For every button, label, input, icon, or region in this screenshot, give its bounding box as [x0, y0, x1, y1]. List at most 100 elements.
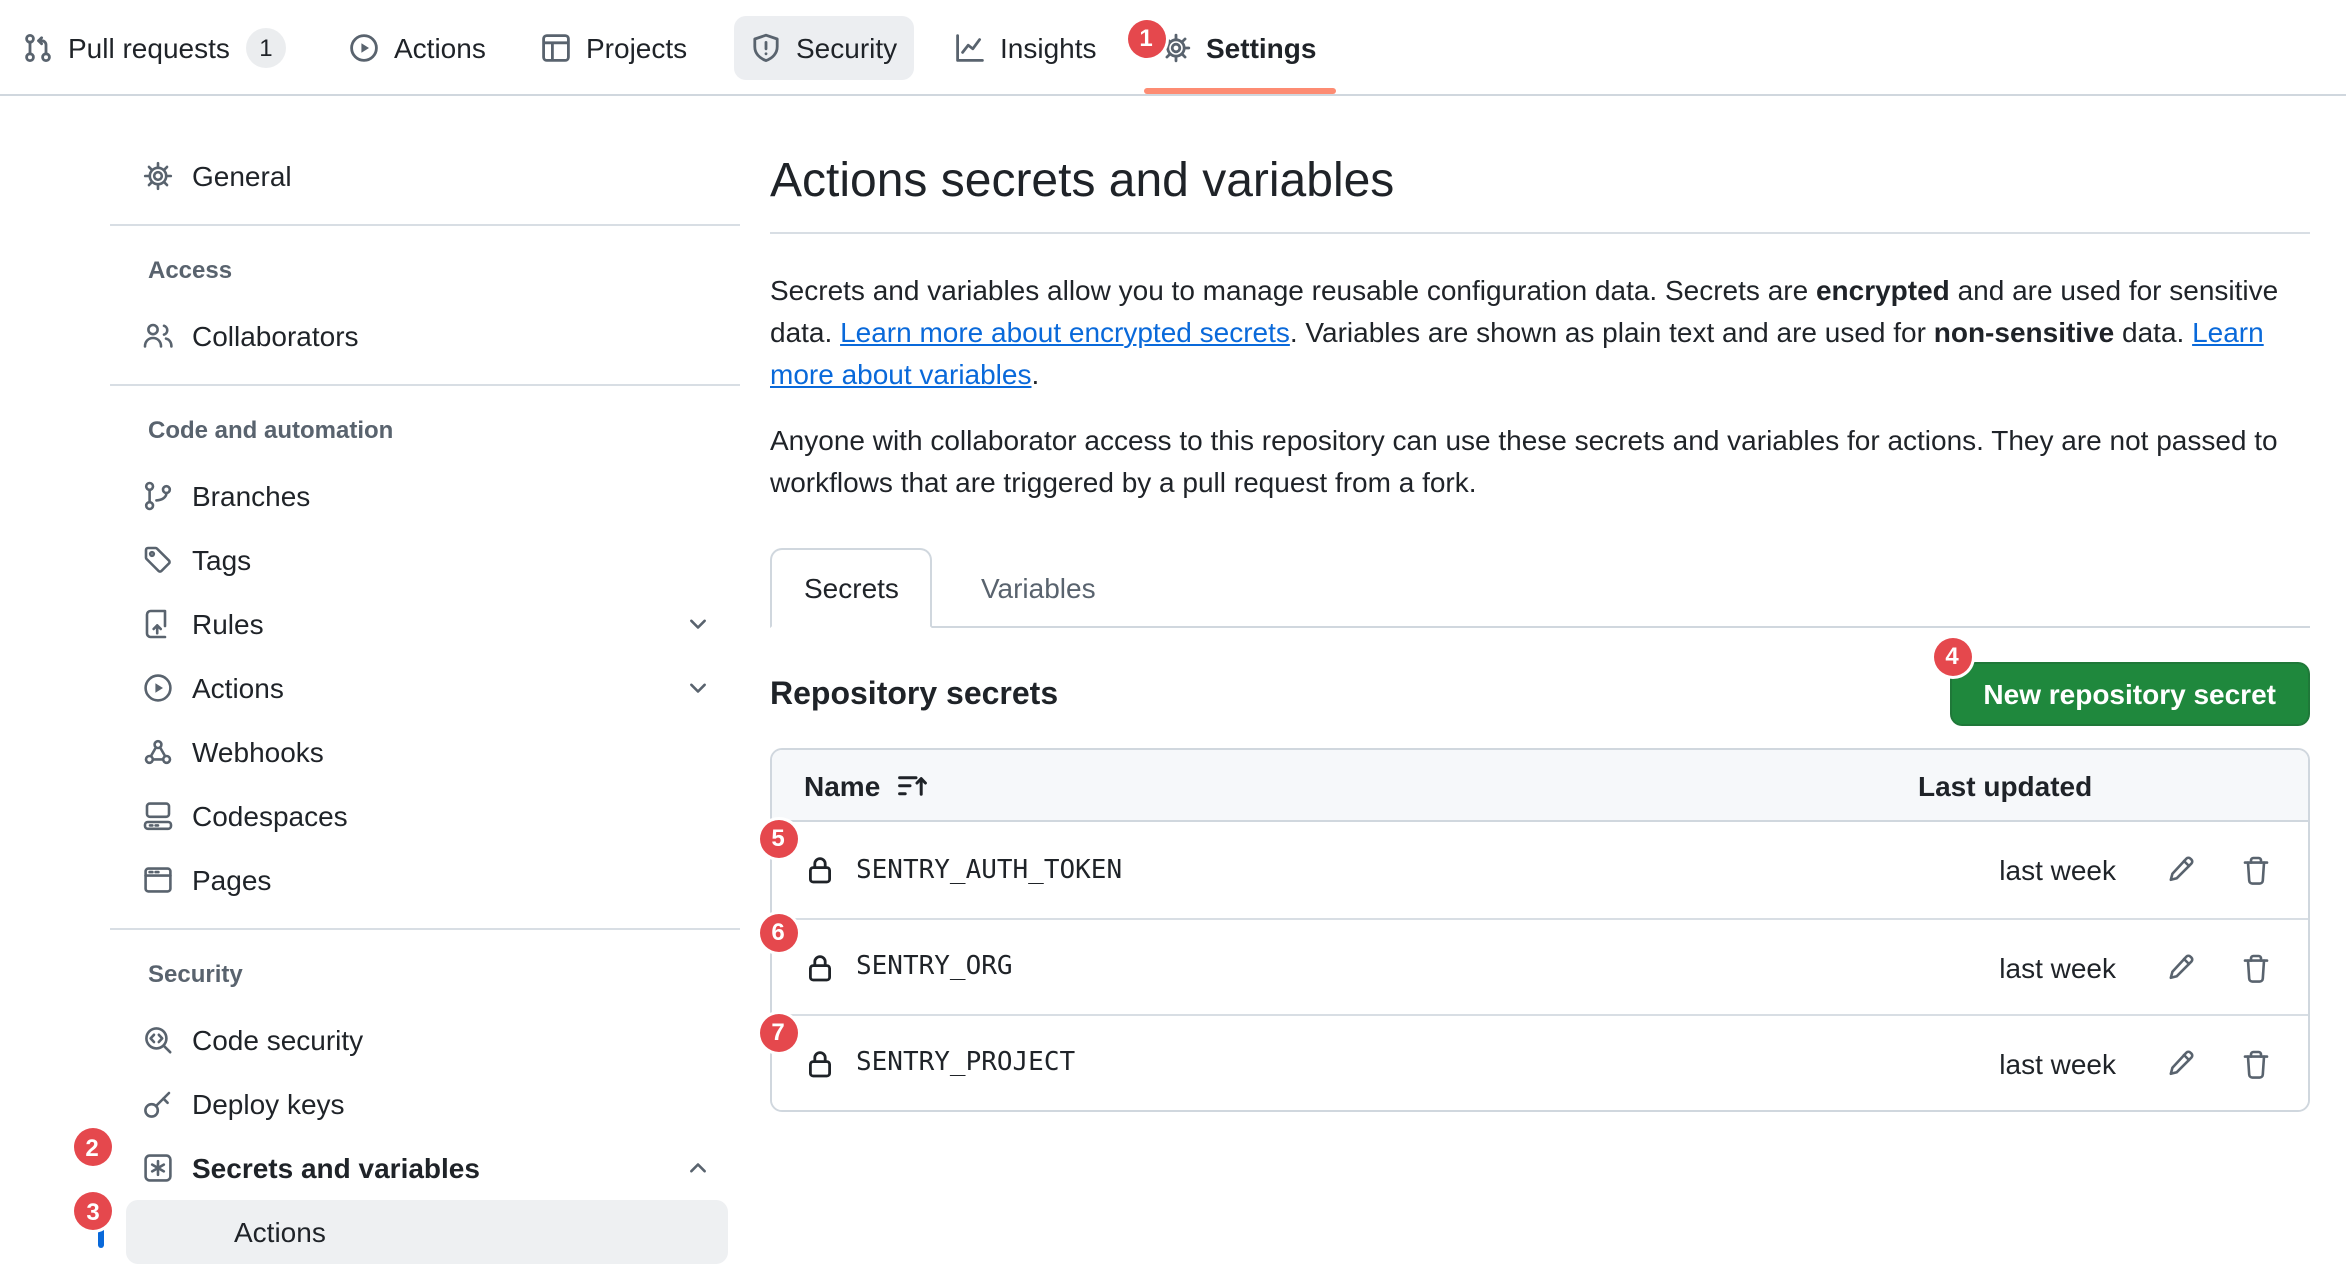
description-text: Secrets and variables allow you to manag… — [770, 274, 1816, 306]
last-updated-value: last week — [1999, 1047, 2116, 1079]
nav-tab-label: Settings — [1206, 32, 1316, 64]
chevron-up-icon — [684, 1154, 712, 1182]
sidebar-item-secrets-and-variables[interactable]: Secrets and variables — [126, 1136, 728, 1200]
sidebar-item-label: Webhooks — [192, 736, 324, 768]
sidebar-item-label: Codespaces — [192, 800, 348, 832]
sort-ascending-icon — [896, 769, 928, 801]
sidebar-item-label: Secrets and variables — [192, 1152, 480, 1184]
secret-row-actions: last week — [1999, 1043, 2276, 1083]
secrets-table-header: Name Last updated — [772, 750, 2308, 822]
link-learn-more-encrypted-secrets[interactable]: Learn more about encrypted secrets — [840, 316, 1290, 348]
key-icon — [142, 1088, 174, 1120]
sidebar-item-label: Branches — [192, 480, 310, 512]
sidebar-subitem-actions-selected[interactable]: Actions — [126, 1200, 728, 1264]
edit-secret-button[interactable] — [2160, 947, 2200, 987]
sidebar-item-label: Tags — [192, 544, 251, 576]
annotation-badge-7: 7 — [759, 1013, 797, 1051]
codescan-icon — [142, 1024, 174, 1056]
collaborator-access-paragraph: Anyone with collaborator access to this … — [770, 420, 2310, 504]
annotation-badge-2: 2 — [73, 1128, 111, 1166]
sidebar-item-tags[interactable]: Tags — [126, 528, 728, 592]
tab-variables[interactable]: Variables — [949, 548, 1128, 626]
nav-tab-pull-requests[interactable]: Pull requests 1 — [6, 16, 302, 80]
description-bold-encrypted: encrypted — [1816, 274, 1950, 306]
lock-icon — [804, 854, 836, 886]
sidebar-item-label: Rules — [192, 608, 264, 640]
annotation-badge-6: 6 — [759, 913, 797, 951]
nav-tab-projects[interactable]: Projects — [524, 16, 703, 80]
pencil-icon — [2164, 854, 2196, 886]
shield-exclamation-icon — [750, 32, 782, 64]
sidebar-divider — [110, 224, 740, 226]
sidebar-item-label: Deploy keys — [192, 1088, 345, 1120]
project-table-icon — [540, 32, 572, 64]
trash-icon — [2240, 1047, 2272, 1079]
secret-row-actions: last week — [1999, 850, 2276, 890]
nav-tab-insights[interactable]: Insights — [938, 16, 1113, 80]
name-column-header: Name — [804, 769, 880, 801]
git-branch-icon — [142, 480, 174, 512]
sidebar-item-pages[interactable]: Pages — [126, 848, 728, 912]
delete-secret-button[interactable] — [2236, 947, 2276, 987]
secret-row: SENTRY_AUTH_TOKEN last week — [772, 822, 2308, 918]
chevron-down-icon — [684, 674, 712, 702]
description-paragraph: Secrets and variables allow you to manag… — [770, 270, 2310, 396]
delete-secret-button[interactable] — [2236, 850, 2276, 890]
description-bold-non-sensitive: non-sensitive — [1934, 316, 2115, 348]
nav-tab-settings[interactable]: Settings — [1144, 16, 1332, 80]
settings-sidebar: General Access Collaborators Code and au… — [110, 96, 740, 1264]
last-updated-value: last week — [1999, 951, 2116, 983]
graph-icon — [954, 32, 986, 64]
git-pull-request-icon — [22, 32, 54, 64]
description-text: data. — [2114, 316, 2192, 348]
page-title: Actions secrets and variables — [770, 152, 2310, 212]
nav-tab-label: Pull requests — [68, 32, 230, 64]
sidebar-item-webhooks[interactable]: Webhooks — [126, 720, 728, 784]
lock-icon — [804, 951, 836, 983]
last-updated-value: last week — [1999, 854, 2116, 886]
edit-secret-button[interactable] — [2160, 1043, 2200, 1083]
lock-icon — [804, 1047, 836, 1079]
secret-row: SENTRY_ORG last week — [772, 918, 2308, 1014]
tab-secrets[interactable]: Secrets — [770, 548, 933, 628]
title-divider — [770, 232, 2310, 234]
sidebar-item-rules[interactable]: Rules — [126, 592, 728, 656]
sidebar-item-general[interactable]: General — [126, 144, 728, 208]
repository-secrets-heading: Repository secrets — [770, 678, 1058, 714]
pencil-icon — [2164, 1047, 2196, 1079]
sidebar-item-code-security[interactable]: Code security — [126, 1008, 728, 1072]
delete-secret-button[interactable] — [2236, 1043, 2276, 1083]
sidebar-item-collaborators[interactable]: Collaborators — [126, 304, 728, 368]
annotation-badge-5: 5 — [759, 819, 797, 857]
sidebar-item-label: Collaborators — [192, 320, 359, 352]
trash-icon — [2240, 854, 2272, 886]
sidebar-item-deploy-keys[interactable]: Deploy keys — [126, 1072, 728, 1136]
annotation-badge-4: 4 — [1933, 637, 1971, 675]
sidebar-item-label: Actions — [234, 1216, 326, 1248]
sidebar-item-label: Pages — [192, 864, 271, 896]
sidebar-item-codespaces[interactable]: Codespaces — [126, 784, 728, 848]
name-column-sort-control[interactable]: Name — [804, 769, 928, 801]
active-tab-underline — [1144, 88, 1336, 94]
chevron-down-icon — [684, 610, 712, 638]
sidebar-section-security: Security — [110, 954, 740, 994]
last-updated-column-header: Last updated — [1918, 769, 2092, 801]
sidebar-item-branches[interactable]: Branches — [126, 464, 728, 528]
annotation-badge-3: 3 — [74, 1192, 112, 1230]
nav-tab-label: Projects — [586, 32, 687, 64]
rules-icon — [142, 608, 174, 640]
sidebar-item-label: Code security — [192, 1024, 363, 1056]
description-text: . — [1032, 358, 1040, 390]
play-circle-icon — [142, 672, 174, 704]
edit-secret-button[interactable] — [2160, 850, 2200, 890]
sidebar-item-actions[interactable]: Actions — [126, 656, 728, 720]
sidebar-item-label: General — [192, 160, 292, 192]
asterisk-box-icon — [142, 1152, 174, 1184]
secret-name: SENTRY_AUTH_TOKEN — [856, 855, 1122, 885]
trash-icon — [2240, 951, 2272, 983]
new-repository-secret-button[interactable]: New repository secret — [1949, 662, 2310, 726]
secrets-variables-tabnav: Secrets Variables — [770, 548, 2310, 628]
page: Pull requests 1 Actions Projects Securit… — [0, 0, 2346, 1278]
nav-tab-security[interactable]: Security — [734, 16, 913, 80]
nav-tab-actions[interactable]: Actions — [332, 16, 502, 80]
